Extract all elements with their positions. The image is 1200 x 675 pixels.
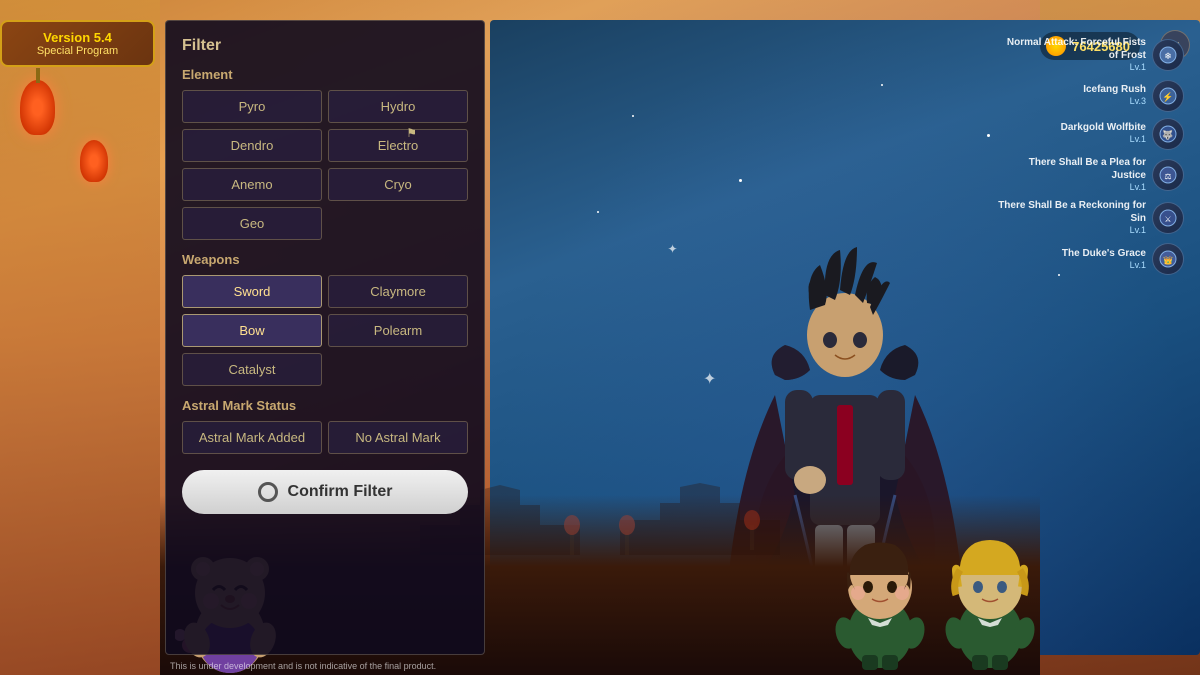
skill-icon-2[interactable]: 🐺 [1152, 118, 1184, 150]
element-filter-grid: Pyro Hydro Dendro Electro ⚑ Anemo Cryo G… [182, 90, 468, 240]
skill-item-0: Normal Attack: Forceful Fistsof Frost Lv… [984, 36, 1184, 74]
svg-text:👑: 👑 [1163, 256, 1173, 265]
skill-text-2: Darkgold Wolfbite Lv.1 [984, 121, 1146, 146]
element-section-title: Element [182, 67, 468, 82]
skill-level-2: Lv.1 [984, 134, 1146, 146]
filter-hydro[interactable]: Hydro [328, 90, 468, 123]
astral-filter-grid: Astral Mark Added No Astral Mark [182, 421, 468, 454]
skill-icon-1[interactable]: ⚡ [1152, 80, 1184, 112]
filter-pyro[interactable]: Pyro [182, 90, 322, 123]
svg-text:⚔: ⚔ [1164, 215, 1171, 224]
chibi-char2-svg [930, 515, 1050, 670]
lantern-decoration-left2 [80, 140, 108, 182]
skill-text-1: Icefang Rush Lv.3 [984, 83, 1146, 108]
skill-item-1: Icefang Rush Lv.3 ⚡ [984, 80, 1184, 112]
lantern-decoration-left [20, 80, 55, 135]
filter-panel: Filter Element Pyro Hydro Dendro Electro… [165, 20, 485, 655]
filter-catalyst[interactable]: Catalyst [182, 353, 322, 386]
svg-text:⚖: ⚖ [1164, 172, 1171, 181]
version-badge: Version 5.4 Special Program [0, 20, 155, 67]
skill-icon-5[interactable]: 👑 [1152, 243, 1184, 275]
skill-level-5: Lv.1 [984, 260, 1146, 272]
skill-name-5: The Duke's Grace [984, 247, 1146, 260]
filter-title: Filter [182, 37, 468, 55]
confirm-filter-button[interactable]: Confirm Filter [182, 470, 468, 514]
skill-level-3: Lv.1 [984, 182, 1146, 194]
skill-name-3: There Shall Be a Plea forJustice [984, 156, 1146, 182]
skill-icon-3[interactable]: ⚖ [1152, 159, 1184, 191]
skill-item-5: The Duke's Grace Lv.1 👑 [984, 243, 1184, 275]
chibi-right2-character [930, 515, 1060, 675]
skill-level-1: Lv.3 [984, 96, 1146, 108]
skills-panel: Normal Attack: Forceful Fistsof Frost Lv… [984, 36, 1184, 275]
confirm-filter-label: Confirm Filter [288, 483, 393, 501]
skill-name-2: Darkgold Wolfbite [984, 121, 1146, 134]
disclaimer-text: This is under development and is not ind… [170, 661, 436, 671]
skill-item-4: There Shall Be a Reckoning forSin Lv.1 ⚔ [984, 199, 1184, 237]
svg-text:❄: ❄ [1164, 51, 1172, 61]
astral-section-title: Astral Mark Status [182, 398, 468, 413]
filter-astral-added[interactable]: Astral Mark Added [182, 421, 322, 454]
confirm-circle-icon [258, 482, 278, 502]
filter-bow[interactable]: Bow [182, 314, 322, 347]
skill-level-0: Lv.1 [984, 62, 1146, 74]
program-text: Special Program [18, 45, 137, 57]
filter-anemo[interactable]: Anemo [182, 168, 322, 201]
skill-text-4: There Shall Be a Reckoning forSin Lv.1 [984, 199, 1146, 237]
filter-cryo[interactable]: Cryo [328, 168, 468, 201]
chibi-char1-svg [820, 515, 940, 670]
filter-dendro[interactable]: Dendro [182, 129, 322, 162]
skill-icon-4[interactable]: ⚔ [1152, 202, 1184, 234]
skill-name-1: Icefang Rush [984, 83, 1146, 96]
filter-claymore[interactable]: Claymore [328, 275, 468, 308]
skill-item-2: Darkgold Wolfbite Lv.1 🐺 [984, 118, 1184, 150]
filter-sword[interactable]: Sword [182, 275, 322, 308]
skill-text-5: The Duke's Grace Lv.1 [984, 247, 1146, 272]
filter-geo[interactable]: Geo [182, 207, 322, 240]
skill-icon-0[interactable]: ❄ [1152, 39, 1184, 71]
skill-text-3: There Shall Be a Plea forJustice Lv.1 [984, 156, 1146, 194]
svg-text:🐺: 🐺 [1162, 129, 1173, 140]
filter-polearm[interactable]: Polearm [328, 314, 468, 347]
version-text: Version 5.4 [18, 30, 137, 45]
skill-text-0: Normal Attack: Forceful Fistsof Frost Lv… [984, 36, 1146, 74]
weapons-section-title: Weapons [182, 252, 468, 267]
skill-name-0: Normal Attack: Forceful Fistsof Frost [984, 36, 1146, 62]
skill-level-4: Lv.1 [984, 225, 1146, 237]
filter-no-astral[interactable]: No Astral Mark [328, 421, 468, 454]
svg-text:⚡: ⚡ [1162, 91, 1173, 103]
skill-name-4: There Shall Be a Reckoning forSin [984, 199, 1146, 225]
filter-electro[interactable]: Electro ⚑ [328, 129, 468, 162]
skill-item-3: There Shall Be a Plea forJustice Lv.1 ⚖ [984, 156, 1184, 194]
weapons-filter-grid: Sword Claymore Bow Polearm Catalyst [182, 275, 468, 386]
